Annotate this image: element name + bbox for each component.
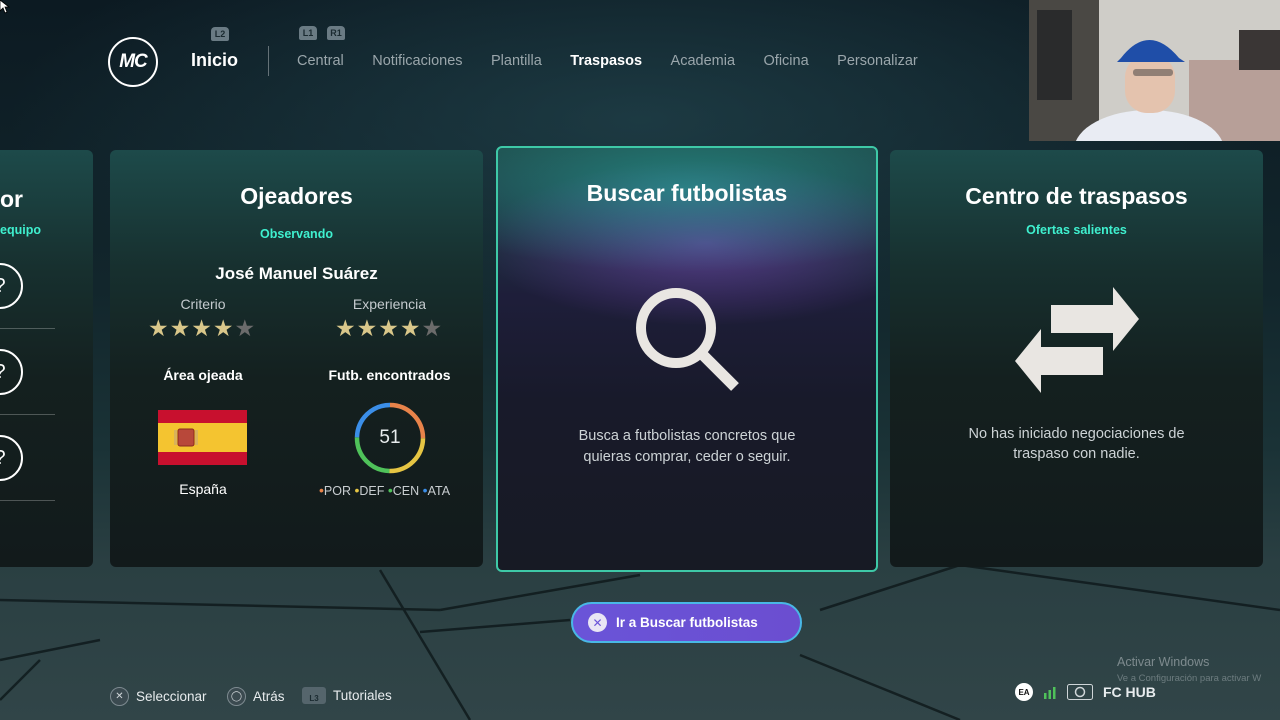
unknown-slot-icon[interactable]: ? bbox=[0, 349, 23, 395]
search-players-card[interactable]: Buscar futbolistas Busca a futbolistas c… bbox=[496, 146, 878, 572]
unknown-slot-icon[interactable]: ? bbox=[0, 263, 23, 309]
star-filled-icon: ★ bbox=[148, 315, 169, 341]
tab-personalizar[interactable]: Personalizar bbox=[837, 53, 918, 69]
mouse-cursor-icon bbox=[0, 0, 10, 14]
star-filled-icon: ★ bbox=[169, 315, 191, 341]
question-mark: ? bbox=[0, 361, 6, 384]
slot-divider bbox=[0, 414, 55, 415]
select-label: Seleccionar bbox=[136, 689, 207, 704]
scouts-status: Observando bbox=[260, 227, 333, 241]
tab-academia[interactable]: Academia bbox=[671, 53, 735, 69]
scouts-card[interactable]: Ojeadores Observando José Manuel Suárez … bbox=[110, 150, 483, 567]
legend-def: DEF bbox=[359, 484, 385, 498]
back-label: Atrás bbox=[253, 689, 285, 704]
camera-icon bbox=[1067, 684, 1093, 700]
tab-traspasos[interactable]: Traspasos bbox=[570, 53, 642, 69]
logo-text: MC bbox=[119, 51, 148, 72]
home-label[interactable]: Inicio bbox=[191, 50, 238, 71]
r1-hint-icon: R1 bbox=[327, 26, 345, 40]
tab-notificaciones[interactable]: Notificaciones bbox=[372, 53, 462, 69]
l1-hint-icon: L1 bbox=[299, 26, 317, 40]
experience-stars: ★ ★ ★ ★ ★ bbox=[335, 317, 442, 340]
fc-hub-label: FC HUB bbox=[1103, 684, 1156, 700]
partial-card-subtitle: equipo bbox=[0, 223, 41, 237]
position-legend: •POR •DEF •CEN •ATA bbox=[319, 482, 450, 498]
experience-label: Experiencia bbox=[352, 296, 427, 312]
search-card-description-1: Busca a futbolistas concretos que bbox=[578, 428, 796, 444]
star-empty-icon: ★ bbox=[421, 315, 443, 341]
cross-button-icon: ✕ bbox=[110, 687, 129, 706]
transfer-card-title: Centro de traspasos bbox=[965, 183, 1188, 209]
cross-button-icon: ✕ bbox=[588, 613, 607, 632]
partial-card-title: or bbox=[0, 186, 23, 212]
spain-flag-icon bbox=[158, 410, 247, 465]
criteria-stars: ★ ★ ★ ★ ★ bbox=[148, 317, 255, 340]
fc-hub[interactable]: EA FC HUB bbox=[1015, 683, 1156, 701]
star-filled-icon: ★ bbox=[356, 315, 378, 341]
star-filled-icon: ★ bbox=[212, 315, 234, 341]
ea-logo-icon: EA bbox=[1015, 683, 1033, 701]
star-filled-icon: ★ bbox=[378, 315, 399, 341]
career-mode-logo: MC bbox=[108, 37, 158, 87]
circle-button-icon: ◯ bbox=[227, 687, 246, 706]
transfer-card-description-1: No has iniciado negociaciones de bbox=[968, 426, 1185, 442]
tutorials-label: Tutoriales bbox=[333, 688, 392, 703]
search-card-description-2: quieras comprar, ceder o seguir. bbox=[583, 449, 791, 465]
legend-por: POR bbox=[323, 484, 351, 498]
star-filled-icon: ★ bbox=[335, 315, 356, 341]
touchpad-icon: L3 bbox=[302, 687, 326, 704]
question-mark: ? bbox=[0, 447, 6, 470]
question-mark: ? bbox=[0, 275, 6, 298]
top-nav: Central Notificaciones Plantilla Traspas… bbox=[297, 53, 946, 69]
search-icon bbox=[636, 288, 739, 391]
found-count: 51 bbox=[379, 427, 401, 448]
touchpad-hint-label: L3 bbox=[309, 694, 319, 703]
transfer-card-subtitle: Ofertas salientes bbox=[1026, 223, 1127, 237]
transfer-arrows-icon bbox=[1015, 287, 1139, 393]
tab-central[interactable]: Central bbox=[297, 53, 344, 69]
unknown-slot-icon[interactable]: ? bbox=[0, 435, 23, 481]
star-filled-icon: ★ bbox=[191, 315, 212, 341]
found-label: Futb. encontrados bbox=[328, 367, 451, 383]
star-empty-icon: ★ bbox=[234, 315, 256, 341]
search-card-title: Buscar futbolistas bbox=[586, 180, 788, 206]
go-to-search-label: Ir a Buscar futbolistas bbox=[616, 615, 758, 630]
legend-cen: CEN bbox=[392, 484, 420, 498]
scout-name: José Manuel Suárez bbox=[215, 264, 378, 283]
transfer-center-card[interactable]: Centro de traspasos Ofertas salientes No… bbox=[890, 150, 1263, 567]
scouts-title: Ojeadores bbox=[240, 183, 353, 209]
webcam-overlay bbox=[1029, 0, 1280, 141]
criteria-label: Criterio bbox=[180, 296, 226, 312]
country-label: España bbox=[179, 481, 227, 497]
l2-hint-icon: L2 bbox=[211, 27, 229, 41]
area-label: Área ojeada bbox=[163, 367, 243, 383]
tab-oficina[interactable]: Oficina bbox=[764, 53, 809, 69]
header-divider bbox=[268, 46, 269, 76]
select-hint[interactable]: ✕ Seleccionar bbox=[110, 687, 207, 706]
partial-card[interactable]: or equipo ? ? ? bbox=[0, 150, 93, 567]
windows-activation-title: Activar Windows bbox=[1117, 655, 1210, 669]
tab-plantilla[interactable]: Plantilla bbox=[491, 53, 542, 69]
transfer-card-description-2: traspaso con nadie. bbox=[1013, 446, 1140, 462]
legend-ata: ATA bbox=[427, 484, 451, 498]
star-filled-icon: ★ bbox=[399, 315, 421, 341]
slot-divider bbox=[0, 328, 55, 329]
slot-divider bbox=[0, 500, 55, 501]
signal-bars-icon bbox=[1044, 687, 1056, 699]
tutorials-hint[interactable]: L3 Tutoriales bbox=[302, 687, 392, 704]
back-hint[interactable]: ◯ Atrás bbox=[227, 687, 285, 706]
go-to-search-button[interactable]: ✕ Ir a Buscar futbolistas bbox=[571, 602, 802, 643]
